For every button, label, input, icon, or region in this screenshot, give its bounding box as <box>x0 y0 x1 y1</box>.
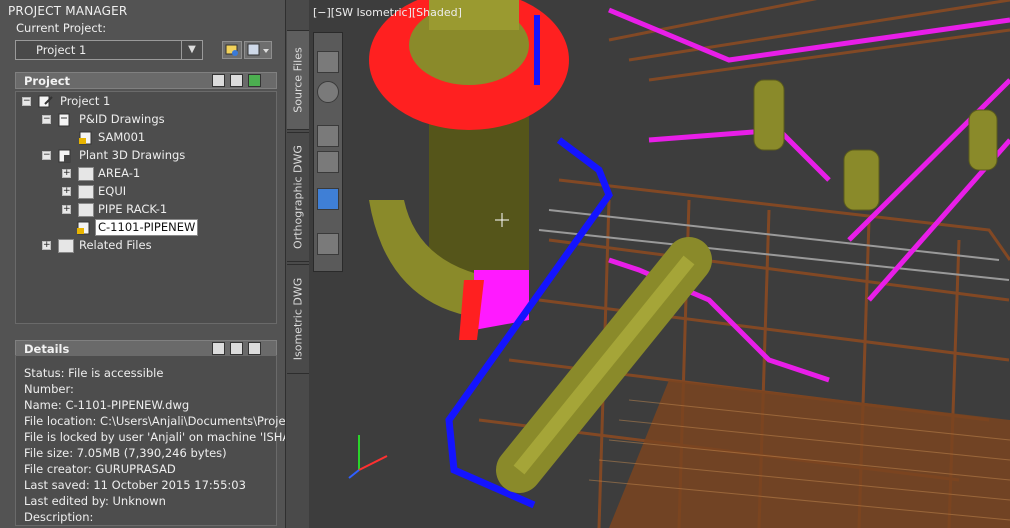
project-icon <box>38 95 53 108</box>
showmotion-icon[interactable] <box>317 233 339 255</box>
expand-icon[interactable]: + <box>42 241 51 250</box>
palette-title: PROJECT MANAGER <box>8 4 128 18</box>
project-section-title: Project <box>24 74 71 88</box>
new-drawing-icon[interactable] <box>212 74 225 87</box>
steering-wheel-icon[interactable] <box>317 81 339 103</box>
zoom-icon[interactable] <box>317 151 339 173</box>
selected-node-label: C-1101-PIPENEW <box>95 219 199 236</box>
detail-description: Description: <box>24 510 94 524</box>
current-project-dropdown[interactable]: Project 1 ▼ <box>15 40 203 60</box>
preview-view-icon[interactable] <box>230 342 243 355</box>
project-manager-palette: PROJECT MANAGER Current Project: Project… <box>0 0 294 528</box>
project-tools-icon <box>247 43 269 56</box>
pid-drawings-icon <box>58 113 70 127</box>
detail-size: File size: 7.05MB (7,390,246 bytes) <box>24 446 227 460</box>
expand-icon[interactable]: + <box>62 169 71 178</box>
collapse-icon[interactable]: − <box>42 115 51 124</box>
refresh-icon[interactable] <box>248 74 261 87</box>
project-setup-button[interactable] <box>222 41 242 59</box>
detail-creator: File creator: GURUPRASAD <box>24 462 176 476</box>
tab-isometric-dwg[interactable]: Isometric DWG <box>287 264 309 374</box>
folder-icon <box>58 239 74 253</box>
navigation-bar <box>313 32 343 272</box>
plant3d-icon <box>58 149 71 163</box>
locked-drawing-icon <box>79 131 92 145</box>
locked-drawing-icon <box>77 221 90 235</box>
detail-name: Name: C-1101-PIPENEW.dwg <box>24 398 190 412</box>
viewcube-icon[interactable] <box>317 51 339 73</box>
folder-icon <box>78 185 94 199</box>
orbit-icon[interactable] <box>317 188 339 210</box>
details-view-icon[interactable] <box>212 342 225 355</box>
current-project-value: Project 1 <box>36 43 87 57</box>
detail-lock: File is locked by user 'Anjali' on machi… <box>24 430 294 444</box>
project-tools-button[interactable] <box>244 41 272 59</box>
detail-status: Status: File is accessible <box>24 366 164 380</box>
details-panel: Status: File is accessible Number: Name:… <box>15 355 294 526</box>
project-tree[interactable]: − Project 1 − P&ID Drawings SAM001 − Pla… <box>15 91 277 324</box>
tab-orthographic-dwg[interactable]: Orthographic DWG <box>287 132 309 262</box>
plant-3d-model[interactable] <box>309 0 1010 528</box>
tab-source-files[interactable]: Source Files <box>287 30 309 130</box>
detail-last-saved: Last saved: 11 October 2015 17:55:03 <box>24 478 246 492</box>
viewport-controls-label[interactable]: [−][SW Isometric][Shaded] <box>313 6 462 19</box>
collapse-icon[interactable]: − <box>42 151 51 160</box>
project-setup-icon <box>225 44 238 56</box>
thumbnail-view-icon[interactable] <box>248 342 261 355</box>
collapse-icon[interactable]: − <box>22 97 31 106</box>
chevron-down-icon: ▼ <box>181 41 202 59</box>
details-section-title: Details <box>24 342 70 356</box>
folder-icon <box>78 203 94 217</box>
expand-icon[interactable]: + <box>62 205 71 214</box>
copy-drawing-icon[interactable] <box>230 74 243 87</box>
detail-last-edited: Last edited by: Unknown <box>24 494 166 508</box>
pan-hand-icon[interactable] <box>317 125 339 147</box>
detail-number: Number: <box>24 382 74 396</box>
model-viewport[interactable]: [−][SW Isometric][Shaded] <box>309 0 1010 528</box>
expand-icon[interactable]: + <box>62 187 71 196</box>
detail-location: File location: C:\Users\Anjali\Documents… <box>24 414 292 428</box>
palette-tabs: Source Files Orthographic DWG Isometric … <box>285 0 310 528</box>
folder-icon <box>78 167 94 181</box>
project-section-header: Project <box>15 72 277 89</box>
current-project-label: Current Project: <box>16 21 107 35</box>
